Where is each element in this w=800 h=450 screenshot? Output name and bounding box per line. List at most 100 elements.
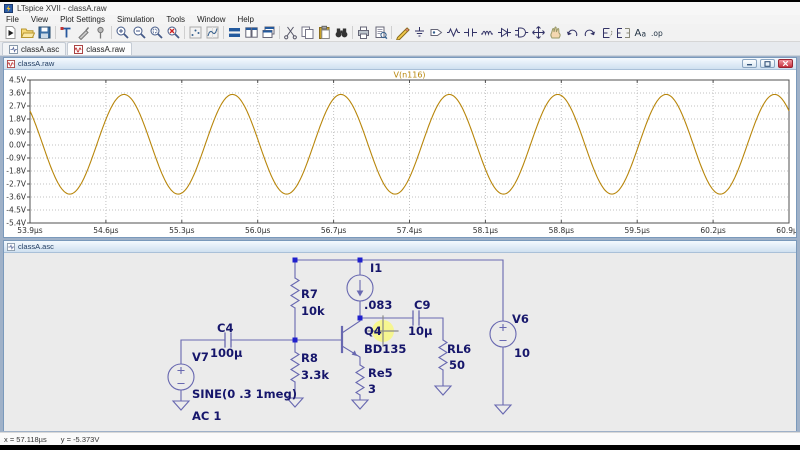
ground-button[interactable] (411, 25, 428, 41)
y-axis-label: -4.5V (6, 206, 27, 215)
label-Q4-ref[interactable]: Q4 (364, 324, 382, 338)
tab-classA-raw[interactable]: classA.raw (67, 42, 132, 55)
trace-legend[interactable]: V(n116) (393, 71, 425, 80)
component-Re5[interactable] (356, 365, 364, 395)
capacitor-button[interactable] (462, 25, 479, 41)
print-button[interactable] (355, 25, 372, 41)
menu-bar: FileViewPlot SettingsSimulationToolsWind… (0, 15, 800, 24)
label-Re5-ref[interactable]: Re5 (368, 366, 393, 380)
redo-button[interactable] (581, 25, 598, 41)
y-axis-label: -2.7V (6, 180, 27, 189)
tile-vertical-button[interactable] (243, 25, 260, 41)
label-I1-val[interactable]: .083 (364, 298, 392, 312)
diode-icon (497, 25, 512, 40)
mark-points-button[interactable] (187, 25, 204, 41)
text-button[interactable]: Aa (632, 25, 649, 41)
control-panel-button[interactable] (58, 25, 75, 41)
component-R8[interactable] (291, 352, 299, 382)
resistor-button[interactable] (445, 25, 462, 41)
label-C4-ref[interactable]: C4 (217, 321, 233, 335)
paste-button[interactable] (316, 25, 333, 41)
copy-button[interactable] (299, 25, 316, 41)
save-button[interactable] (36, 25, 53, 41)
menu-window[interactable]: Window (191, 15, 231, 24)
tab-classA-asc[interactable]: classA.asc (2, 42, 66, 55)
app-titlebar[interactable]: LTspice XVII - classA.raw (0, 2, 800, 15)
menu-help[interactable]: Help (232, 15, 260, 24)
component-RL6[interactable] (439, 340, 447, 370)
print-preview-button[interactable] (372, 25, 389, 41)
component-Q4[interactable] (342, 318, 360, 358)
move-button[interactable] (530, 25, 547, 41)
label-C9-ref[interactable]: C9 (414, 298, 430, 312)
zoom-full-button[interactable] (165, 25, 182, 41)
label-V6-ref[interactable]: V6 (512, 312, 529, 326)
label-button[interactable] (428, 25, 445, 41)
label-R7-ref[interactable]: R7 (301, 287, 318, 301)
zoom-in-button[interactable] (114, 25, 131, 41)
label-C9-val[interactable]: 10µ (408, 324, 432, 338)
close-button[interactable] (778, 59, 793, 68)
tab-label: classA.asc (21, 45, 59, 54)
label-V7-val2[interactable]: AC 1 (192, 409, 221, 423)
wire-button[interactable] (394, 25, 411, 41)
mirror-button[interactable] (615, 25, 632, 41)
diode-button[interactable] (496, 25, 513, 41)
label-C4-val[interactable]: 100µ (210, 346, 242, 360)
y-axis-label: -1.8V (6, 167, 27, 176)
undo-button[interactable] (564, 25, 581, 41)
zoom-area-button[interactable] (148, 25, 165, 41)
minimize-button[interactable] (742, 59, 757, 68)
spice-directive-button[interactable]: .op (649, 25, 666, 41)
component-C4[interactable] (225, 333, 231, 347)
label-I1-ref[interactable]: I1 (370, 261, 382, 275)
inductor-button[interactable] (479, 25, 496, 41)
toolbar-separator (111, 26, 112, 39)
cascade-button[interactable] (260, 25, 277, 41)
schematic-canvas[interactable]: R7 10k R8 3.3k C4 100µ V7 SINE(0 .3 1meg… (4, 253, 796, 431)
menu-simulation[interactable]: Simulation (111, 15, 160, 24)
label-Re5-val[interactable]: 3 (368, 382, 376, 396)
text-icon: Aa (633, 25, 648, 40)
component-button[interactable] (513, 25, 530, 41)
label-V7-ref[interactable]: V7 (192, 350, 209, 364)
waveform-plot[interactable]: 4.5V3.6V2.7V1.8V0.9V0.0V-0.9V-1.8V-2.7V-… (4, 70, 796, 237)
cut-button[interactable] (282, 25, 299, 41)
label-R7-val[interactable]: 10k (301, 304, 325, 318)
menu-file[interactable]: File (0, 15, 25, 24)
label-icon (429, 25, 444, 40)
tab-label: classA.raw (86, 45, 125, 54)
maximize-button[interactable] (760, 59, 775, 68)
pin-button[interactable] (92, 25, 109, 41)
waveform-file-icon (7, 60, 15, 68)
zoom-out-button[interactable] (131, 25, 148, 41)
component-C9[interactable] (413, 311, 419, 325)
menu-tools[interactable]: Tools (160, 15, 191, 24)
run-button[interactable] (2, 25, 19, 41)
label-V6-val[interactable]: 10 (514, 346, 530, 360)
label-V7-val[interactable]: SINE(0 .3 1meg) (192, 387, 297, 401)
label-RL6-ref[interactable]: RL6 (447, 342, 471, 356)
open-button[interactable] (19, 25, 36, 41)
find-button[interactable] (333, 25, 350, 41)
tile-horizontal-button[interactable] (226, 25, 243, 41)
plot-settings-button[interactable] (204, 25, 221, 41)
label-R8-val[interactable]: 3.3k (301, 368, 329, 382)
knife-button[interactable] (75, 25, 92, 41)
plot-window-titlebar[interactable]: classA.raw (4, 58, 796, 70)
label-Q4-val[interactable]: BD135 (364, 342, 406, 356)
cascade-icon (261, 25, 276, 40)
component-R7[interactable] (291, 278, 299, 308)
cursor-y-readout: y = -5.373V (61, 435, 100, 444)
label-R8-ref[interactable]: R8 (301, 351, 318, 365)
component-V7[interactable] (168, 364, 194, 390)
plot-window: classA.raw 4.5V3.6V2.7V1.8V0.9V0.0V-0.9V… (3, 57, 797, 238)
undo-icon (565, 25, 580, 40)
menu-view[interactable]: View (25, 15, 54, 24)
toolbar-separator (352, 26, 353, 39)
drag-button[interactable] (547, 25, 564, 41)
menu-plot-settings[interactable]: Plot Settings (54, 15, 111, 24)
label-RL6-val[interactable]: 50 (449, 358, 465, 372)
schematic-window-titlebar[interactable]: classA.asc (4, 241, 796, 253)
rotate-button[interactable] (598, 25, 615, 41)
